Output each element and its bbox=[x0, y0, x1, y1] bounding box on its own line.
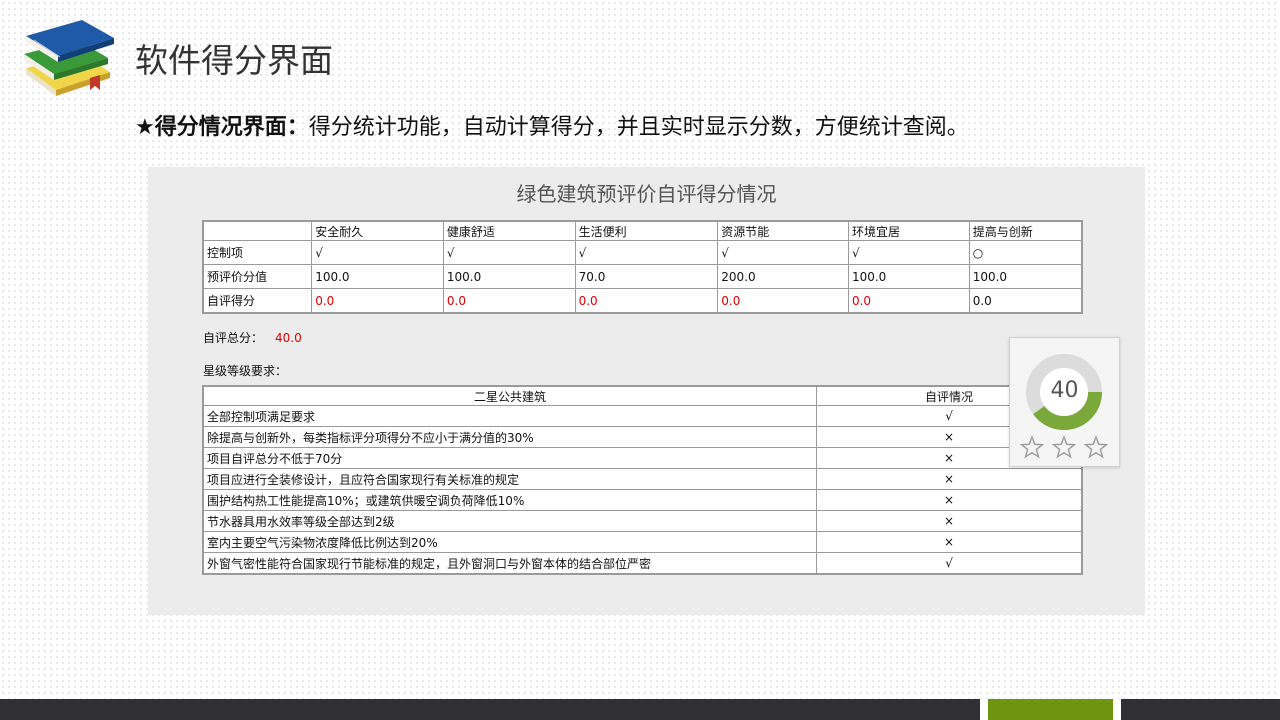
footer-accent bbox=[988, 699, 1113, 720]
table-row: 围护结构热工性能提高10%；或建筑供暖空调负荷降低10% × bbox=[202, 489, 1083, 511]
table-cell: 200.0 bbox=[717, 264, 849, 289]
score-header-cell: 环境宜居 bbox=[847, 220, 970, 241]
table-row: 项目应进行全装修设计，且应符合国家现行有关标准的规定 × bbox=[202, 468, 1083, 490]
score-header-cell: 安全耐久 bbox=[311, 220, 444, 241]
score-header-cell: 提高与创新 bbox=[968, 220, 1083, 241]
table-row: 控制项 √ √ √ √ √ ○ bbox=[202, 240, 1083, 265]
row-label: 控制项 bbox=[202, 240, 313, 265]
requirements-table: 二星公共建筑 自评情况 全部控制项满足要求 √ 除提高与创新外，每类指标评分项得分… bbox=[202, 385, 1083, 575]
table-row: 节水器具用水效率等级全部达到2级 × bbox=[202, 510, 1083, 532]
star-outline-icon bbox=[1019, 434, 1045, 459]
panel-title: 绿色建筑预评价自评得分情况 bbox=[516, 182, 777, 206]
total-score: 自评总分： 40.0 bbox=[203, 329, 302, 346]
footer-divider bbox=[1113, 699, 1121, 720]
subtitle-body: 得分统计功能，自动计算得分，并且实时显示分数，方便统计查阅。 bbox=[308, 115, 969, 140]
total-score-value: 40.0 bbox=[275, 331, 302, 345]
table-row: 除提高与创新外，每类指标评分项得分不应小于满分值的30% × bbox=[202, 426, 1083, 448]
table-row: 外窗气密性能符合国家现行节能标准的规定，且外窗洞口与外窗本体的结合部位严密 √ bbox=[202, 552, 1083, 575]
score-header-cell: 生活便利 bbox=[574, 220, 719, 241]
table-cell: 0.0 bbox=[574, 288, 719, 314]
star-requirements-label: 星级等级要求： bbox=[203, 364, 288, 378]
subtitle-lead: ★得分情况界面： bbox=[135, 115, 309, 140]
row-label: 自评得分 bbox=[202, 288, 313, 314]
table-row: 室内主要空气污染物浓度降低比例达到20% × bbox=[202, 531, 1083, 553]
requirement-text: 节水器具用水效率等级全部达到2级 bbox=[202, 510, 818, 532]
table-row: 预评价分值 100.0 100.0 70.0 200.0 100.0 100.0 bbox=[202, 264, 1083, 289]
table-cell: 0.0 bbox=[968, 288, 1083, 314]
requirement-status: √ bbox=[816, 552, 1083, 575]
books-logo-icon bbox=[20, 16, 120, 98]
table-cell: 0.0 bbox=[442, 288, 576, 314]
table-row: 全部控制项满足要求 √ bbox=[202, 405, 1083, 427]
table-cell: ○ bbox=[968, 240, 1083, 265]
table-cell: √ bbox=[442, 240, 576, 265]
total-score-label: 自评总分： bbox=[203, 331, 264, 345]
score-header-cell bbox=[202, 220, 313, 241]
table-cell: √ bbox=[717, 240, 849, 265]
requirements-header-row: 二星公共建筑 自评情况 bbox=[202, 385, 1083, 406]
requirement-status: × bbox=[816, 531, 1083, 553]
score-table: 安全耐久 健康舒适 生活便利 资源节能 环境宜居 提高与创新 控制项 √ √ √… bbox=[202, 220, 1083, 314]
table-cell: √ bbox=[574, 240, 719, 265]
table-cell: 100.0 bbox=[847, 264, 970, 289]
table-cell: 0.0 bbox=[717, 288, 849, 314]
score-header-cell: 资源节能 bbox=[717, 220, 849, 241]
requirement-text: 围护结构热工性能提高10%；或建筑供暖空调负荷降低10% bbox=[202, 489, 818, 511]
requirement-status: × bbox=[816, 489, 1083, 511]
requirement-text: 外窗气密性能符合国家现行节能标准的规定，且外窗洞口与外窗本体的结合部位严密 bbox=[202, 552, 818, 575]
requirement-text: 项目自评总分不低于70分 bbox=[202, 447, 818, 469]
table-cell: 0.0 bbox=[847, 288, 970, 314]
table-cell: 100.0 bbox=[968, 264, 1083, 289]
requirement-text: 全部控制项满足要求 bbox=[202, 405, 818, 427]
table-cell: √ bbox=[847, 240, 970, 265]
table-row: 项目自评总分不低于70分 × bbox=[202, 447, 1083, 469]
requirement-status: × bbox=[816, 510, 1083, 532]
score-table-header-row: 安全耐久 健康舒适 生活便利 资源节能 环境宜居 提高与创新 bbox=[202, 220, 1083, 241]
table-cell: 0.0 bbox=[311, 288, 444, 314]
subtitle: ★得分情况界面：得分统计功能，自动计算得分，并且实时显示分数，方便统计查阅。 bbox=[135, 109, 969, 141]
requirements-header-cell: 二星公共建筑 bbox=[202, 385, 818, 406]
footer-divider bbox=[980, 699, 988, 720]
requirement-status: × bbox=[816, 468, 1083, 490]
requirement-text: 除提高与创新外，每类指标评分项得分不应小于满分值的30% bbox=[202, 426, 818, 448]
score-panel: 绿色建筑预评价自评得分情况 安全耐久 健康舒适 生活便利 资源节能 环境宜居 提… bbox=[148, 167, 1145, 615]
table-cell: 100.0 bbox=[442, 264, 576, 289]
table-row: 自评得分 0.0 0.0 0.0 0.0 0.0 0.0 bbox=[202, 288, 1083, 314]
requirement-text: 项目应进行全装修设计，且应符合国家现行有关标准的规定 bbox=[202, 468, 818, 490]
page-title: 软件得分界面 bbox=[135, 41, 333, 80]
score-header-cell: 健康舒适 bbox=[442, 220, 576, 241]
table-cell: √ bbox=[311, 240, 444, 265]
table-cell: 100.0 bbox=[311, 264, 444, 289]
requirement-text: 室内主要空气污染物浓度降低比例达到20% bbox=[202, 531, 818, 553]
score-badge: 40 bbox=[1009, 337, 1120, 467]
table-cell: 70.0 bbox=[574, 264, 719, 289]
row-label: 预评价分值 bbox=[202, 264, 313, 289]
badge-score: 40 bbox=[1050, 378, 1079, 403]
star-outline-icon bbox=[1083, 434, 1109, 459]
star-outline-icon bbox=[1051, 434, 1077, 459]
